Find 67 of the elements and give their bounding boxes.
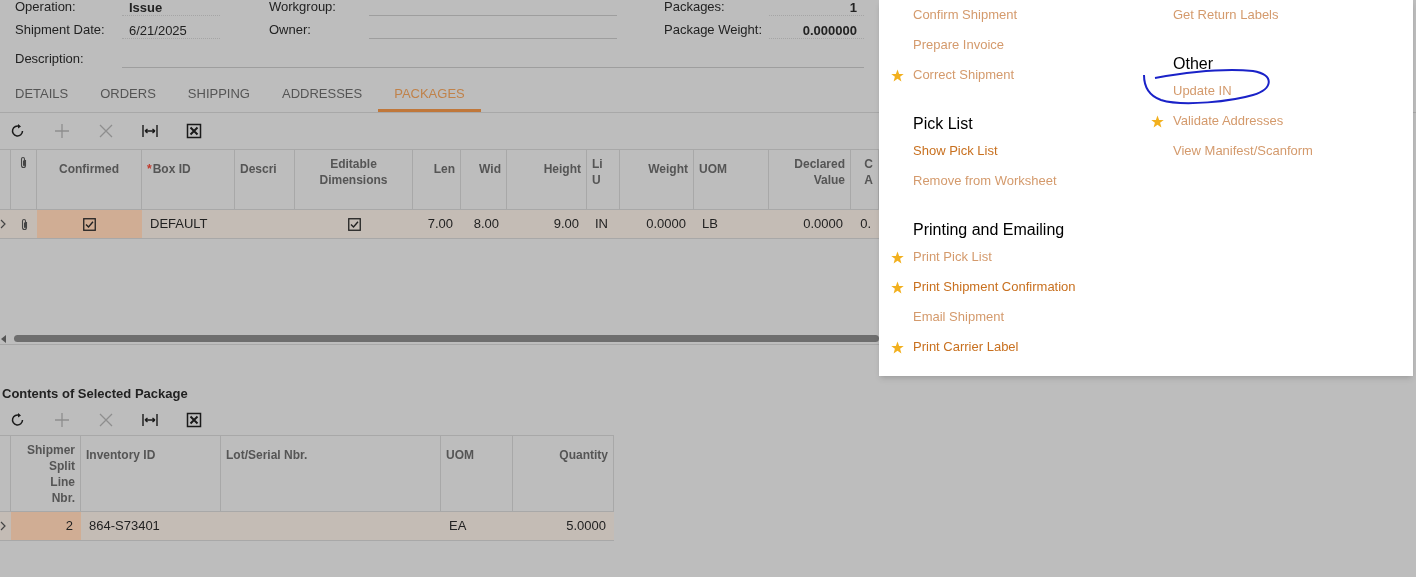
refresh-icon[interactable]	[10, 412, 26, 428]
column-header[interactable]: Declared Value	[794, 156, 845, 188]
paperclip-icon[interactable]	[19, 217, 29, 231]
column-header[interactable]: Height	[543, 161, 581, 177]
column-header[interactable]: Quantity	[559, 447, 608, 463]
column-header[interactable]: Weight	[648, 161, 688, 177]
table-cell-text: 2	[65, 517, 73, 536]
menu-item[interactable]: Print Carrier Label	[913, 337, 1019, 357]
checkbox[interactable]	[83, 217, 96, 231]
column-header[interactable]: Inventory ID	[86, 447, 156, 463]
refresh-icon[interactable]	[10, 123, 26, 139]
section-title: Contents of Selected Package	[1, 385, 189, 403]
tab[interactable]: ORDERS	[84, 79, 172, 112]
spreadsheet-export-icon[interactable]	[186, 123, 202, 139]
column-header[interactable]: UOM	[699, 161, 727, 177]
column-header[interactable]: UOM	[446, 447, 474, 463]
checkbox[interactable]	[347, 217, 361, 231]
table-cell-text: 0.0000	[803, 215, 843, 234]
table-cell-text: 7.00	[427, 215, 453, 234]
menu-group-title: Pick List	[912, 114, 974, 134]
table-cell-text: 8.00	[473, 215, 499, 234]
input-field[interactable]: 1	[769, 0, 864, 16]
column-header[interactable]: Len	[433, 161, 455, 177]
fit-width-icon[interactable]	[142, 123, 158, 139]
menu-item[interactable]: Print Shipment Confirmation	[913, 277, 1076, 297]
table-cell-text: DEFAULT	[150, 215, 208, 234]
table-cell-text: 9.00	[553, 215, 579, 234]
scrollbar-thumb[interactable]	[14, 335, 879, 342]
field-label: Workgroup:	[269, 0, 337, 16]
menu-group-title: Printing and Emailing	[912, 220, 1066, 240]
field-label: Packages:	[664, 0, 726, 16]
menu-item[interactable]: Show Pick List	[913, 141, 998, 161]
table-cell-text: IN	[595, 215, 608, 234]
field-label: Shipment Date:	[15, 21, 106, 40]
column-header[interactable]: C A	[864, 156, 873, 188]
column-header[interactable]: Editable Dimensions	[319, 156, 388, 188]
menu-group-title: Other	[1172, 54, 1214, 74]
tab[interactable]: SHIPPING	[171, 79, 266, 112]
star-icon[interactable]	[890, 340, 904, 354]
fit-width-icon[interactable]	[142, 412, 158, 428]
spreadsheet-export-icon[interactable]	[186, 412, 202, 428]
input-field[interactable]: Issue	[122, 0, 220, 16]
table-cell-text: 0.0000	[646, 215, 686, 234]
table-cell-text: 864-S73401	[89, 517, 160, 536]
required-mark: *	[147, 162, 152, 176]
star-icon[interactable]	[890, 280, 904, 294]
table-cell-text: 0.	[860, 215, 871, 234]
input-field[interactable]: 0.000000	[769, 21, 864, 39]
column-header[interactable]: Wid	[479, 161, 501, 177]
table-cell-text: EA	[449, 517, 467, 536]
input-field[interactable]: 6/21/2025	[122, 21, 220, 39]
tab[interactable]: ADDRESSES	[265, 79, 379, 112]
scroll-left-icon[interactable]	[1, 334, 7, 343]
table-cell-text: LB	[702, 215, 718, 234]
field-label: Description:	[15, 50, 85, 69]
column-header[interactable]: Confirmed	[59, 161, 119, 177]
table-cell-text: 5.0000	[566, 517, 606, 536]
field-label: Operation:	[15, 0, 77, 16]
column-header[interactable]: Shipmer Split Line Nbr.	[27, 442, 75, 506]
paperclip-icon[interactable]	[19, 156, 28, 169]
column-header[interactable]: Li U	[592, 156, 603, 188]
tab[interactable]: DETAILS	[0, 79, 85, 112]
column-header[interactable]: Lot/Serial Nbr.	[226, 447, 308, 463]
field-label: Package Weight:	[664, 21, 764, 40]
column-header[interactable]: Descri	[240, 161, 277, 177]
column-header[interactable]: Box ID	[152, 161, 191, 177]
field-label: Owner:	[269, 21, 312, 40]
